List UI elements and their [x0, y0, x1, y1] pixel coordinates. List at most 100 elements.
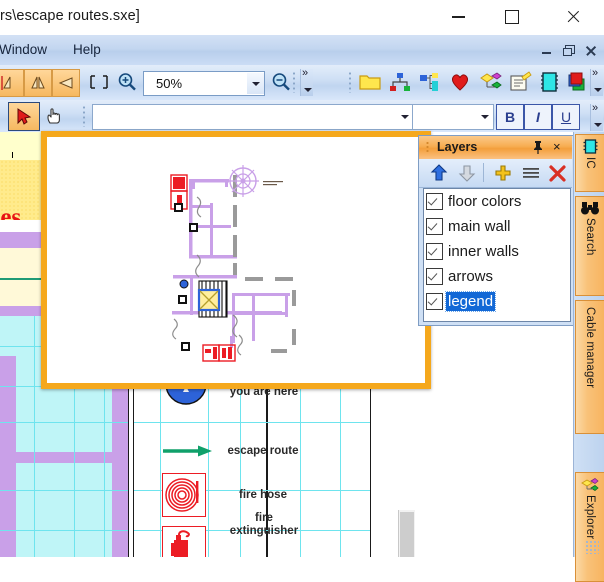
- grid-line: [0, 530, 128, 531]
- mdi-minimize-button[interactable]: [538, 43, 554, 57]
- menubar: Window Help: [0, 35, 604, 66]
- menu-item-help[interactable]: Help: [68, 41, 106, 58]
- tree-structure-icon: [390, 73, 410, 91]
- mdi-close-icon: [585, 45, 596, 56]
- toolbar-gripper-2[interactable]: [348, 71, 352, 93]
- scrollbar-thumb[interactable]: [400, 512, 414, 557]
- grid-line: [0, 490, 128, 491]
- menu-item-window[interactable]: Window: [0, 41, 52, 58]
- wall-horizontal: [0, 452, 128, 463]
- side-tab-search[interactable]: Search: [575, 196, 604, 296]
- toolbar-separator: [483, 163, 484, 182]
- fire-hose-icon: [165, 478, 199, 512]
- delete-layer-button[interactable]: [545, 162, 569, 184]
- layer-visibility-checkbox[interactable]: [426, 218, 443, 235]
- fit-page-button[interactable]: [86, 69, 112, 95]
- layer-name: main wall: [448, 218, 511, 235]
- layer-row-main-wall[interactable]: main wall: [424, 214, 570, 239]
- fit-page-icon: [90, 75, 108, 89]
- window-title: rs\escape routes.sxe]: [0, 8, 140, 24]
- move-layer-down-button[interactable]: [455, 162, 479, 184]
- layers-panel[interactable]: Layers × floor colors main wall inner wa…: [418, 135, 575, 326]
- zoom-level-combobox[interactable]: 50%: [143, 71, 265, 96]
- zoom-out-button[interactable]: [268, 69, 294, 95]
- layer-properties-icon: [523, 168, 539, 178]
- pan-tool-button[interactable]: [40, 102, 68, 129]
- layer-row-legend[interactable]: legend: [424, 289, 570, 314]
- side-tab-explorer[interactable]: Explorer: [575, 472, 604, 582]
- layer-row-inner-walls[interactable]: inner walls: [424, 239, 570, 264]
- explorer-button[interactable]: [478, 71, 504, 95]
- rotate-icon: [58, 77, 73, 89]
- ic-chip-icon: [541, 72, 558, 92]
- notes-icon: [510, 71, 532, 91]
- format-toolbar-gripper[interactable]: [82, 105, 86, 127]
- select-tool-button[interactable]: [8, 102, 40, 131]
- font-size-combobox[interactable]: [412, 104, 494, 130]
- preview-window[interactable]: [41, 131, 431, 389]
- layer-visibility-checkbox[interactable]: [426, 268, 443, 285]
- layer-name: floor colors: [448, 193, 522, 210]
- open-folder-button[interactable]: [358, 71, 384, 95]
- mdi-minimize-icon: [541, 51, 551, 54]
- escape-route-symbol: [162, 444, 214, 463]
- add-layer-icon: [495, 165, 511, 181]
- window-maximize-button[interactable]: [489, 0, 535, 34]
- layer-visibility-checkbox[interactable]: [426, 293, 443, 310]
- flip-vertical-icon: [1, 76, 11, 90]
- font-size-dropdown-arrow[interactable]: [477, 106, 493, 128]
- binoculars-icon: [581, 202, 599, 215]
- side-tab-strip: IC Search Cable manager Explorer: [573, 132, 604, 582]
- notes-button[interactable]: [508, 71, 534, 95]
- chevron-down-icon: [401, 115, 409, 119]
- layers-panel-titlebar[interactable]: Layers ×: [419, 136, 572, 160]
- layer-visibility-checkbox[interactable]: [426, 243, 443, 260]
- tree-structure-button[interactable]: [388, 71, 414, 95]
- add-layer-button[interactable]: [491, 162, 515, 184]
- floorplan-preview-svg: [170, 165, 296, 362]
- toolbar-gripper[interactable]: [292, 71, 296, 93]
- toolbar-overflow-button[interactable]: [300, 67, 313, 96]
- restore-icon: [562, 45, 575, 56]
- italic-button[interactable]: I: [524, 104, 552, 130]
- zoom-in-button[interactable]: [114, 69, 140, 95]
- layer-properties-button[interactable]: [519, 162, 543, 184]
- preview-drawing[interactable]: [47, 137, 413, 371]
- format-toolbar-overflow-button[interactable]: [590, 102, 603, 131]
- pin-icon[interactable]: [532, 140, 544, 157]
- layers-button[interactable]: [566, 71, 592, 95]
- format-toolbar: B I U: [0, 100, 604, 133]
- rotate-button[interactable]: [52, 69, 80, 97]
- flip-vertical-button[interactable]: [0, 69, 24, 97]
- explorer-icon: [480, 72, 502, 89]
- ic-button[interactable]: [538, 71, 564, 95]
- side-tab-ic[interactable]: IC: [575, 134, 604, 192]
- panel-gripper[interactable]: [426, 141, 429, 154]
- zoom-dropdown-arrow[interactable]: [247, 73, 264, 94]
- layers-panel-title: Layers: [437, 140, 478, 154]
- layers-panel-close-button[interactable]: ×: [553, 139, 561, 154]
- layers-list[interactable]: floor colors main wall inner walls arrow…: [423, 188, 571, 322]
- font-name-combobox[interactable]: [92, 104, 414, 130]
- zoom-out-icon: [272, 73, 290, 91]
- mdi-restore-button[interactable]: [560, 43, 576, 57]
- underline-button[interactable]: U: [552, 104, 580, 130]
- window-minimize-button[interactable]: [435, 0, 481, 34]
- resize-grip[interactable]: [585, 540, 599, 554]
- window-close-button[interactable]: [550, 0, 596, 34]
- vertical-scrollbar[interactable]: [398, 510, 415, 557]
- bold-button[interactable]: B: [496, 104, 524, 130]
- move-layer-up-button[interactable]: [427, 162, 451, 184]
- font-name-dropdown-arrow[interactable]: [397, 106, 413, 128]
- flip-horizontal-button[interactable]: [24, 69, 52, 97]
- layer-row-floor-colors[interactable]: floor colors: [424, 189, 570, 214]
- layers-icon: [568, 72, 585, 91]
- side-tab-cable-manager[interactable]: Cable manager: [575, 300, 604, 434]
- blocks-button[interactable]: [418, 71, 444, 95]
- favorites-button[interactable]: [448, 71, 474, 95]
- toolbar-overflow-button-2[interactable]: [590, 67, 603, 96]
- layer-row-arrows[interactable]: arrows: [424, 264, 570, 289]
- mdi-close-button[interactable]: [582, 43, 598, 57]
- layer-visibility-checkbox[interactable]: [426, 193, 443, 210]
- ruler-tick: [12, 152, 13, 158]
